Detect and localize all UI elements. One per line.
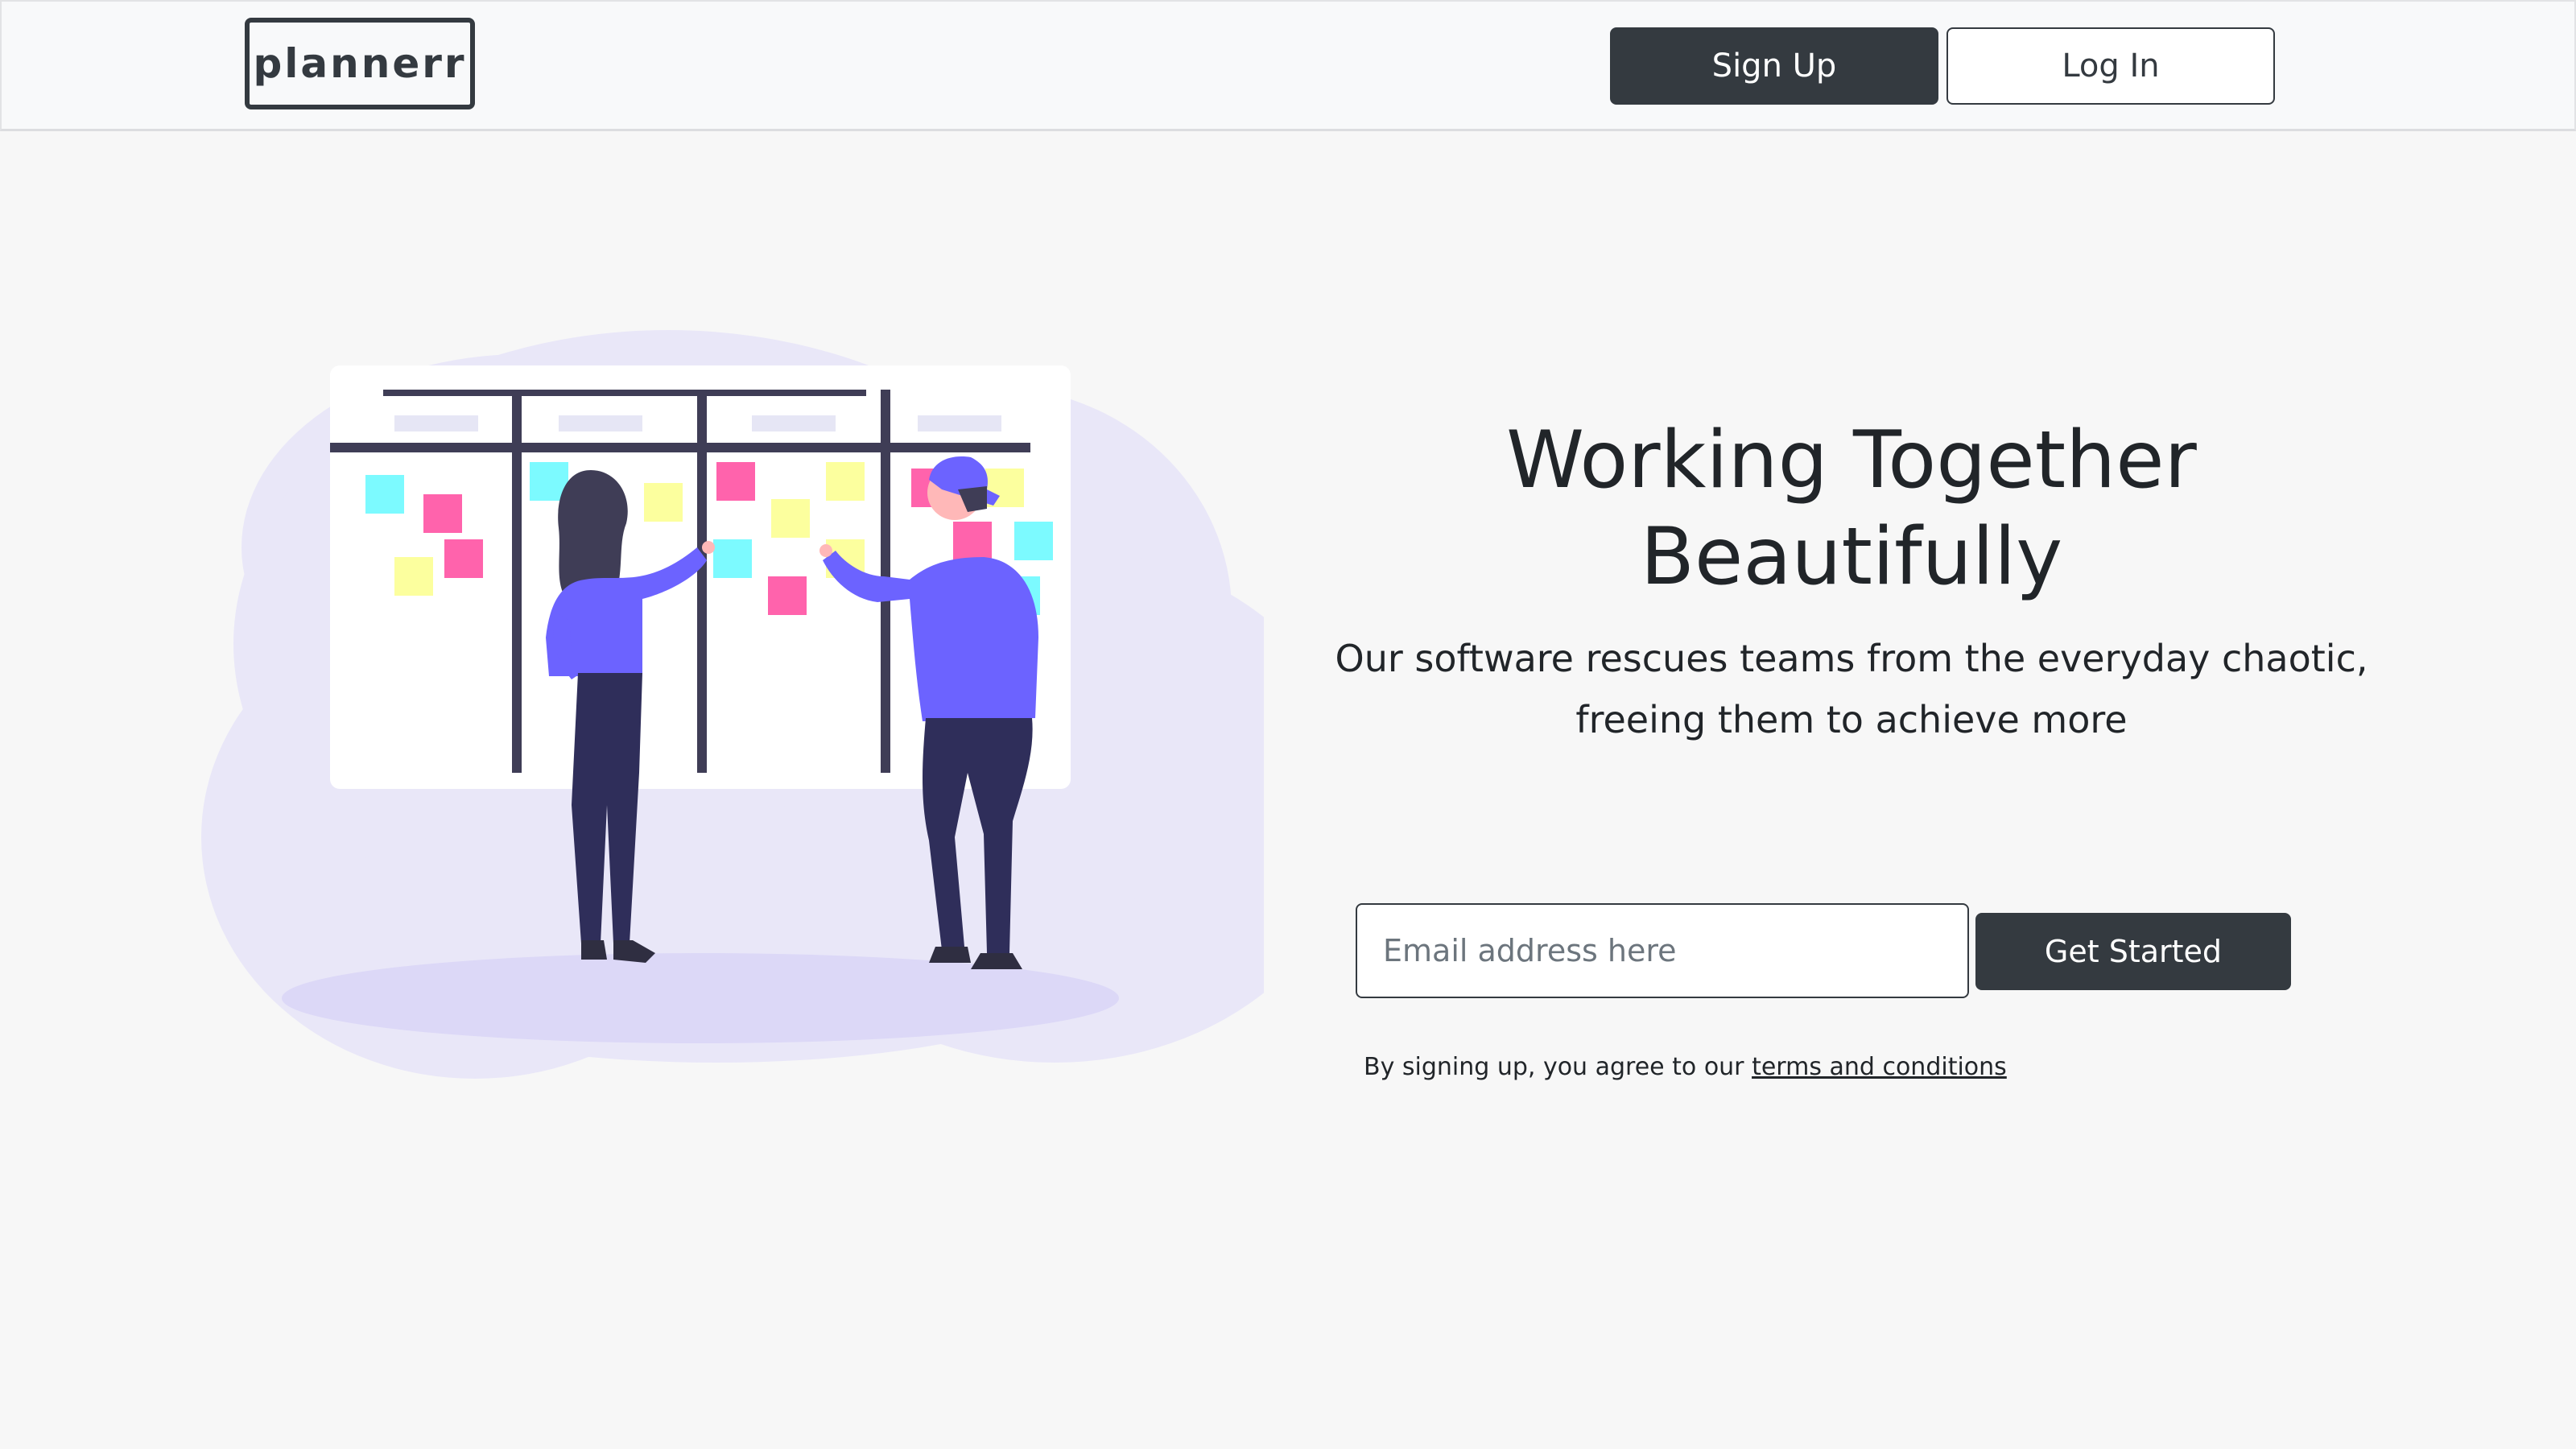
navbar: plannerr Sign Up Log In [0, 0, 2576, 131]
hero-illustration [201, 330, 1264, 1079]
get-started-button[interactable]: Get Started [1975, 913, 2291, 990]
logo[interactable]: plannerr [245, 18, 475, 109]
hero-title: Working Together Beautifully [1288, 412, 2415, 605]
hero-title-line-2: Beautifully [1640, 511, 2063, 603]
hero-subtitle: Our software rescues teams from the ever… [1320, 628, 2383, 750]
log-in-button[interactable]: Log In [1946, 27, 2275, 105]
hero-subtitle-line-1: Our software rescues teams from the ever… [1335, 637, 2368, 680]
email-field[interactable] [1356, 903, 1969, 998]
terms-prefix: By signing up, you agree to our [1364, 1053, 1752, 1081]
terms-notice: By signing up, you agree to our terms an… [1364, 1053, 2007, 1081]
hero-title-line-1: Working Together [1506, 415, 2197, 506]
hero-subtitle-line-2: freeing them to achieve more [1575, 698, 2128, 741]
terms-link[interactable]: terms and conditions [1752, 1053, 2007, 1081]
sign-up-button[interactable]: Sign Up [1610, 27, 1938, 105]
